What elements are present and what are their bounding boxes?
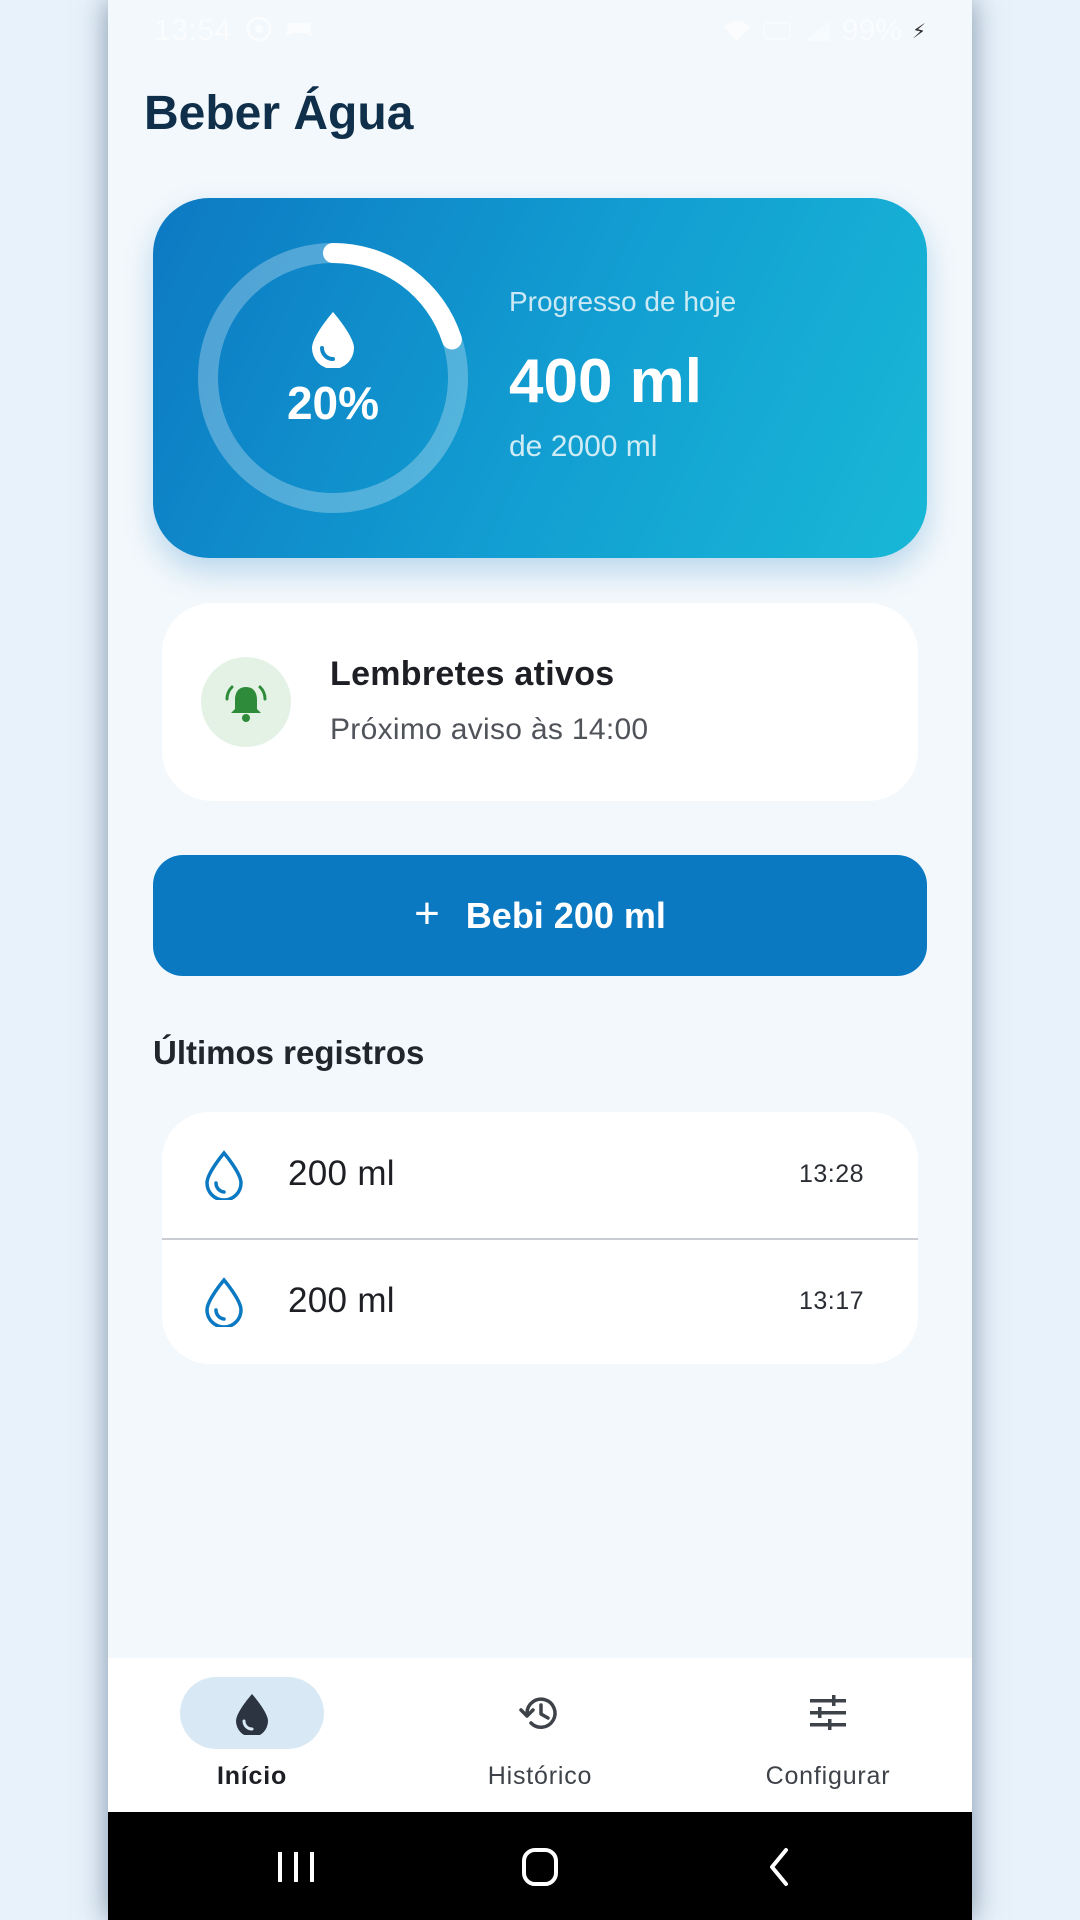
nav-item-configurar[interactable]: Configurar: [684, 1658, 972, 1812]
record-amount: 200 ml: [288, 1154, 395, 1193]
progress-percentage: 20%: [286, 377, 380, 429]
progress-label: Progresso de hoje: [509, 286, 737, 317]
back-icon[interactable]: [750, 1842, 810, 1892]
bottom-navigation: Início Histórico Configurar: [108, 1658, 972, 1812]
page-title: Beber Água: [144, 87, 414, 140]
battery-percentage: 99%: [841, 14, 902, 47]
water-drop-outline-icon: [205, 1277, 243, 1327]
record-time: 13:28: [798, 1160, 864, 1188]
reminder-icon-badge: [201, 657, 291, 747]
drink-button-label: Bebi 200 ml: [465, 894, 666, 936]
water-drop-icon: [236, 1694, 268, 1735]
system-navigation-bar: [108, 1812, 972, 1920]
plus-icon: +: [414, 888, 440, 938]
list-item[interactable]: 200 ml 13:17: [162, 1239, 918, 1364]
recent-records-list: 200 ml 13:28 200 ml 13:17: [162, 1112, 918, 1364]
wifi-icon: [722, 16, 752, 46]
nav-item-historico[interactable]: Histórico: [396, 1658, 684, 1812]
signal-icon: [802, 16, 832, 46]
alarm-bell-icon: [225, 685, 267, 722]
game-controller-icon: [284, 14, 314, 44]
recent-apps-icon[interactable]: [266, 1842, 326, 1892]
sync-icon: [244, 14, 274, 44]
record-time: 13:17: [798, 1287, 864, 1315]
water-drop-outline-icon: [205, 1150, 243, 1200]
charging-icon: ⚡: [911, 20, 926, 43]
water-drop-icon: [312, 312, 354, 368]
drink-200ml-button[interactable]: + Bebi 200 ml: [153, 855, 927, 976]
progress-goal: de 2000 ml: [509, 430, 658, 463]
recent-records-title: Últimos registros: [153, 1034, 425, 1071]
status-time: 13:54: [154, 14, 232, 47]
status-bar: 13:54 99% ⚡: [108, 0, 972, 62]
nav-label-historico: Histórico: [487, 1762, 593, 1790]
record-amount: 200 ml: [288, 1281, 395, 1320]
volte-icon: [762, 16, 792, 46]
reminder-title: Lembretes ativos: [330, 655, 615, 693]
daily-progress-card: 20% Progresso de hoje 400 ml de 2000 ml: [153, 198, 927, 558]
home-icon[interactable]: [510, 1842, 570, 1892]
list-item[interactable]: 200 ml 13:28: [162, 1112, 918, 1238]
app-screen: 13:54 99% ⚡ Beber Água 20% Progresso de …: [108, 0, 972, 1920]
tune-icon: [810, 1695, 846, 1730]
history-icon: [519, 1697, 557, 1729]
reminder-next-time: Próximo aviso às 14:00: [330, 713, 649, 746]
nav-label-configurar: Configurar: [765, 1762, 891, 1790]
nav-item-inicio[interactable]: Início: [108, 1658, 396, 1812]
reminder-card[interactable]: Lembretes ativos Próximo aviso às 14:00: [162, 603, 918, 801]
progress-amount: 400 ml: [509, 347, 703, 416]
nav-label-inicio: Início: [216, 1762, 288, 1790]
